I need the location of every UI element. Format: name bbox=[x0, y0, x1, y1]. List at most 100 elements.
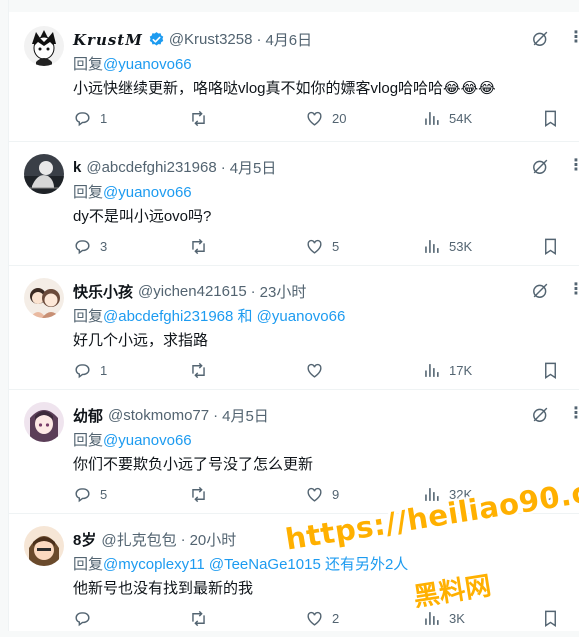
bookmark-icon bbox=[545, 610, 556, 627]
reply-button[interactable]: 5 bbox=[73, 485, 107, 504]
reply-button[interactable] bbox=[73, 609, 100, 628]
tweet-header: k @abcdefghi231968 · 4月5日 bbox=[73, 157, 276, 178]
display-name[interactable]: 8岁 bbox=[73, 529, 96, 550]
timestamp[interactable]: 4月5日 bbox=[222, 405, 269, 426]
bookmark-button[interactable] bbox=[541, 237, 560, 256]
like-button[interactable] bbox=[305, 361, 332, 380]
tweet[interactable]: 幼郁 @stokmomo77 · 4月5日 ⋮ 回复@yuanovo66 你们不… bbox=[9, 389, 579, 514]
like-count: 5 bbox=[332, 239, 340, 254]
action-bar: 3 5 53K bbox=[73, 237, 579, 257]
views-button[interactable]: 3K bbox=[422, 609, 465, 628]
heart-icon bbox=[307, 363, 322, 378]
reply-count: 1 bbox=[100, 363, 108, 378]
timestamp[interactable]: 20小时 bbox=[190, 529, 237, 550]
like-button[interactable]: 20 bbox=[305, 109, 346, 128]
view-count: 17K bbox=[449, 363, 473, 378]
retweet-button[interactable] bbox=[189, 237, 216, 256]
tweet-header: 8岁 @扎克包包 · 20小时 bbox=[73, 529, 236, 550]
grok-icon[interactable] bbox=[531, 29, 550, 53]
more-options-icon[interactable]: ⋮ bbox=[568, 403, 579, 423]
like-button[interactable]: 5 bbox=[305, 237, 339, 256]
user-handle[interactable]: @yichen421615 bbox=[138, 283, 247, 300]
user-handle[interactable]: @Krust3258 bbox=[169, 31, 253, 48]
views-button[interactable]: 54K bbox=[422, 109, 472, 128]
user-handle[interactable]: @stokmomo77 bbox=[108, 407, 209, 424]
display-name[interactable]: k bbox=[73, 159, 81, 176]
reply-prefix: 回复 bbox=[73, 56, 104, 73]
views-button[interactable]: 53K bbox=[422, 237, 472, 256]
avatar[interactable] bbox=[24, 526, 64, 566]
reply-prefix: 回复 bbox=[73, 556, 104, 573]
retweet-icon bbox=[192, 110, 205, 127]
retweet-button[interactable] bbox=[189, 485, 216, 504]
reply-button[interactable]: 1 bbox=[73, 109, 107, 128]
bookmark-button[interactable] bbox=[541, 609, 560, 628]
tweet[interactable]: 𝑲𝒓𝒖𝒔𝒕𝑴 @Krust3258 · 4月6日 ⋮ 回复@yuanovo66 … bbox=[9, 13, 579, 142]
bookmark-button[interactable] bbox=[541, 485, 560, 504]
reply-button[interactable]: 1 bbox=[73, 361, 107, 380]
like-button[interactable]: 2 bbox=[305, 609, 339, 628]
mention-link[interactable]: @yuanovo66 bbox=[103, 184, 192, 201]
avatar[interactable] bbox=[24, 402, 64, 442]
display-name[interactable]: 幼郁 bbox=[73, 405, 103, 426]
heart-icon bbox=[307, 487, 322, 502]
retweet-icon bbox=[192, 486, 205, 503]
reply-count: 5 bbox=[100, 487, 108, 502]
like-count: 2 bbox=[332, 611, 340, 626]
reply-context: 回复@mycoplexy11 @TeeNaGe1015 还有另外2人 bbox=[73, 553, 408, 574]
views-button[interactable]: 32K bbox=[422, 485, 472, 504]
tweet[interactable]: 快乐小孩 @yichen421615 · 23小时 ⋮ 回复@abcdefghi… bbox=[9, 265, 579, 390]
retweet-icon bbox=[192, 610, 205, 627]
tweet[interactable]: 8岁 @扎克包包 · 20小时 回复@mycoplexy11 @TeeNaGe1… bbox=[9, 513, 579, 637]
retweet-button[interactable] bbox=[189, 361, 216, 380]
bookmark-icon bbox=[545, 110, 556, 127]
reply-context: 回复@yuanovo66 bbox=[73, 429, 192, 450]
retweet-button[interactable] bbox=[189, 109, 216, 128]
reply-count: 3 bbox=[100, 239, 108, 254]
views-chart-icon bbox=[425, 112, 439, 125]
mention-link[interactable]: @abcdefghi231968 和 @yuanovo66 bbox=[103, 308, 345, 325]
action-bar: 1 17K bbox=[73, 361, 579, 381]
mention-link[interactable]: @yuanovo66 bbox=[103, 56, 192, 73]
grok-icon[interactable] bbox=[531, 281, 550, 305]
grok-icon[interactable] bbox=[531, 157, 550, 181]
retweet-icon bbox=[192, 362, 205, 379]
more-options-icon[interactable]: ⋮ bbox=[568, 27, 579, 47]
user-handle[interactable]: @扎克包包 bbox=[101, 529, 176, 550]
timestamp[interactable]: 4月5日 bbox=[230, 157, 277, 178]
view-count: 32K bbox=[449, 487, 473, 502]
view-count: 53K bbox=[449, 239, 473, 254]
more-options-icon[interactable]: ⋮ bbox=[568, 155, 579, 175]
display-name[interactable]: 𝑲𝒓𝒖𝒔𝒕𝑴 bbox=[73, 31, 143, 49]
reply-count: 1 bbox=[100, 111, 108, 126]
timestamp[interactable]: 4月6日 bbox=[265, 29, 312, 50]
mention-link[interactable]: @yuanovo66 bbox=[103, 432, 192, 449]
more-options-icon[interactable]: ⋮ bbox=[568, 279, 579, 299]
reply-button[interactable]: 3 bbox=[73, 237, 107, 256]
grok-icon[interactable] bbox=[531, 405, 550, 429]
tweet[interactable]: k @abcdefghi231968 · 4月5日 ⋮ 回复@yuanovo66… bbox=[9, 141, 579, 266]
timestamp[interactable]: 23小时 bbox=[260, 281, 307, 302]
tweet-text: 好几个小远，求指路 bbox=[73, 332, 209, 349]
views-button[interactable]: 17K bbox=[422, 361, 472, 380]
avatar[interactable] bbox=[24, 154, 64, 194]
avatar[interactable] bbox=[24, 278, 64, 318]
reply-icon bbox=[75, 112, 90, 127]
mention-link[interactable]: @mycoplexy11 @TeeNaGe1015 还有另外2人 bbox=[103, 556, 408, 573]
retweet-button[interactable] bbox=[189, 609, 216, 628]
verified-badge-icon bbox=[148, 31, 165, 48]
reply-icon bbox=[75, 364, 90, 379]
heart-icon bbox=[307, 239, 322, 254]
bookmark-button[interactable] bbox=[541, 361, 560, 380]
display-name[interactable]: 快乐小孩 bbox=[73, 281, 133, 302]
reply-context: 回复@yuanovo66 bbox=[73, 181, 192, 202]
tweet-header: 𝑲𝒓𝒖𝒔𝒕𝑴 @Krust3258 · 4月6日 bbox=[73, 29, 312, 50]
avatar[interactable] bbox=[24, 26, 64, 66]
reply-prefix: 回复 bbox=[73, 308, 104, 325]
bookmark-button[interactable] bbox=[541, 109, 560, 128]
heart-icon bbox=[307, 611, 322, 626]
tweet-text: 他新号也没有找到最新的我 bbox=[73, 580, 254, 597]
like-button[interactable]: 9 bbox=[305, 485, 339, 504]
user-handle[interactable]: @abcdefghi231968 bbox=[86, 159, 216, 176]
views-chart-icon bbox=[425, 488, 439, 501]
